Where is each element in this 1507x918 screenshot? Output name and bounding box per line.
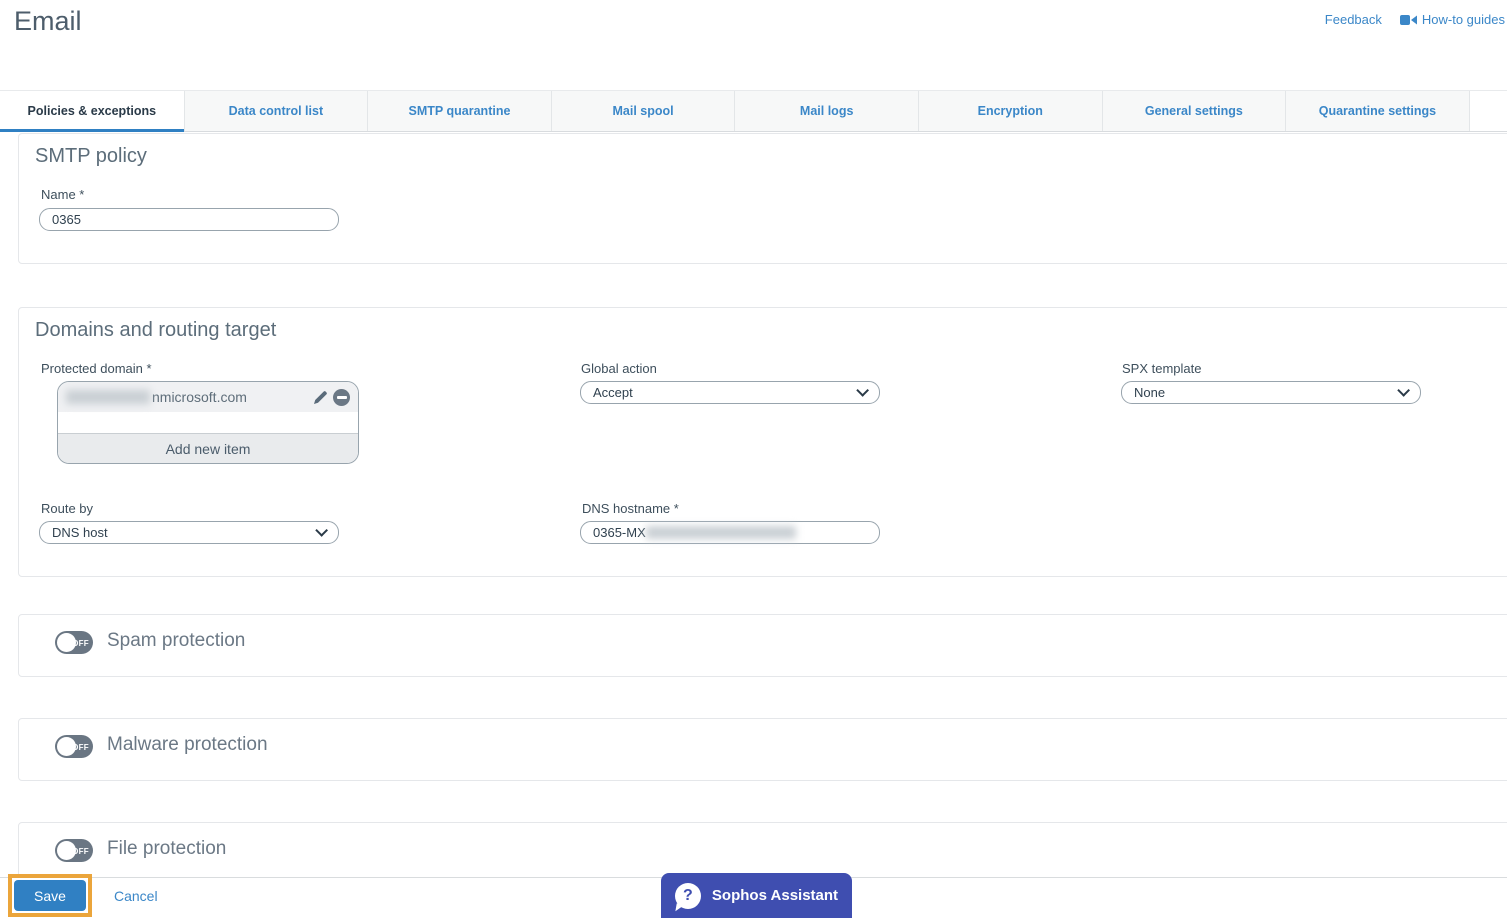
cancel-link[interactable]: Cancel <box>114 888 158 904</box>
malware-protection-card: OFF Malware protection <box>18 718 1507 781</box>
question-bubble-icon: ? <box>674 882 701 909</box>
domain-item-actions <box>313 388 350 406</box>
save-button[interactable]: Save <box>14 880 86 911</box>
smtp-policy-card: SMTP policy Name * <box>18 133 1507 264</box>
malware-protection-label: Malware protection <box>107 734 268 755</box>
tab-bar-filler <box>1468 91 1507 131</box>
malware-protection-toggle[interactable]: OFF <box>55 735 93 758</box>
route-by-value: DNS host <box>52 525 108 540</box>
chevron-down-icon <box>856 384 869 397</box>
domains-routing-card: Domains and routing target Protected dom… <box>18 307 1507 577</box>
spam-protection-label: Spam protection <box>107 630 246 651</box>
dns-hostname-label: DNS hostname * <box>582 501 679 516</box>
file-protection-toggle[interactable]: OFF <box>55 839 93 862</box>
tab-bar: Policies & exceptions Data control list … <box>0 90 1507 132</box>
tab-quarantine-settings[interactable]: Quarantine settings <box>1285 91 1469 131</box>
global-action-value: Accept <box>593 385 633 400</box>
sophos-assistant-label: Sophos Assistant <box>711 887 839 904</box>
spam-protection-toggle[interactable]: OFF <box>55 631 93 654</box>
howto-guides-label: How-to guides <box>1421 12 1505 27</box>
feedback-link-label: Feedback <box>1324 12 1382 27</box>
spam-protection-card: OFF Spam protection <box>18 614 1507 677</box>
spx-template-value: None <box>1134 385 1166 400</box>
feedback-link[interactable]: Feedback <box>1325 12 1382 27</box>
domains-routing-title: Domains and routing target <box>35 319 277 341</box>
redacted-hostname-suffix <box>645 526 796 539</box>
global-action-select[interactable]: Accept <box>580 381 880 404</box>
name-label: Name * <box>41 187 85 202</box>
spx-template-select[interactable]: None <box>1121 381 1421 404</box>
chevron-down-icon <box>1397 384 1410 397</box>
tab-general-settings[interactable]: General settings <box>1101 91 1286 131</box>
file-protection-label: File protection <box>107 838 227 859</box>
video-camera-icon <box>1399 14 1417 26</box>
remove-minus-icon[interactable] <box>333 388 350 406</box>
tab-data-control-list[interactable]: Data control list <box>183 91 368 131</box>
protected-domain-text: nmicrosoft.com <box>152 389 247 405</box>
toggle-state-label: OFF <box>72 847 89 856</box>
dns-hostname-visible-text: 0365-MX <box>593 525 646 540</box>
header-links: Feedback How-to guides <box>1325 12 1505 27</box>
spx-template-label: SPX template <box>1122 361 1202 376</box>
add-new-item-button[interactable]: Add new item <box>58 433 358 463</box>
tab-smtp-quarantine[interactable]: SMTP quarantine <box>367 91 551 131</box>
protected-domain-listbox: nmicrosoft.com Add new item <box>57 381 359 464</box>
name-input[interactable] <box>39 208 339 231</box>
route-by-select[interactable]: DNS host <box>39 521 339 544</box>
edit-pencil-icon[interactable] <box>313 390 328 405</box>
redacted-domain-prefix <box>66 390 150 404</box>
route-by-label: Route by <box>41 501 94 516</box>
toggle-state-label: OFF <box>72 743 89 752</box>
toggle-state-label: OFF <box>72 639 89 648</box>
tab-mail-spool[interactable]: Mail spool <box>550 91 735 131</box>
protected-domain-item[interactable]: nmicrosoft.com <box>58 382 358 412</box>
smtp-policy-title: SMTP policy <box>35 145 147 167</box>
dns-hostname-input[interactable]: 0365-MX <box>580 521 880 544</box>
tab-policies-exceptions[interactable]: Policies & exceptions <box>0 91 184 132</box>
protected-domain-label: Protected domain * <box>41 361 152 376</box>
howto-guides-link[interactable]: How-to guides <box>1399 12 1505 27</box>
tab-encryption[interactable]: Encryption <box>917 91 1102 131</box>
sophos-assistant-button[interactable]: ? Sophos Assistant <box>661 873 852 918</box>
page-title: Email <box>14 6 82 36</box>
chevron-down-icon <box>315 524 328 537</box>
global-action-label: Global action <box>581 361 657 376</box>
tab-mail-logs[interactable]: Mail logs <box>734 91 918 131</box>
